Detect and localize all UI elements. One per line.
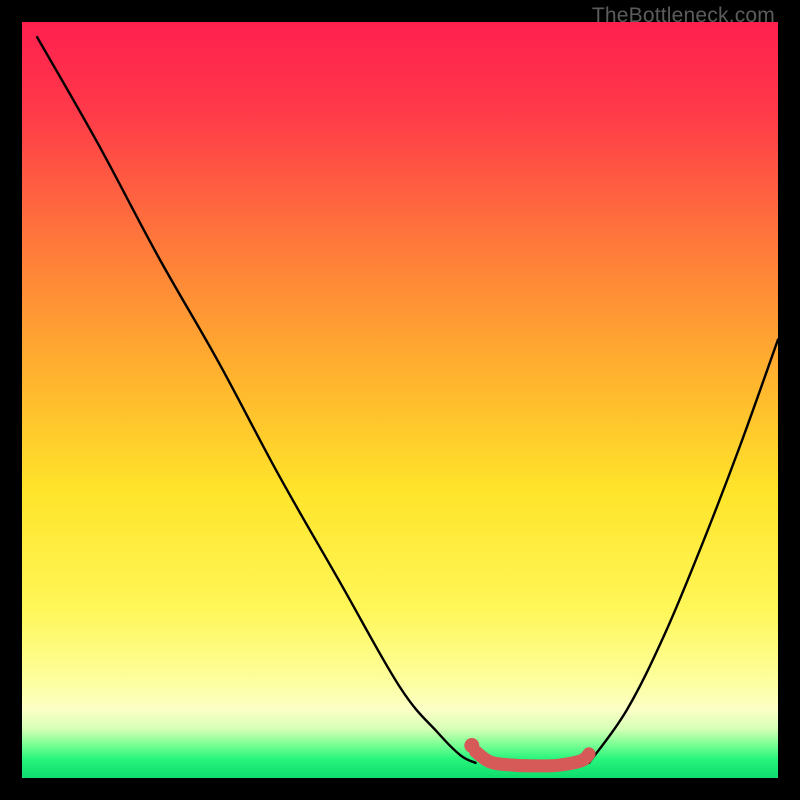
source-watermark: TheBottleneck.com <box>592 4 775 28</box>
left-branch-curve <box>37 37 475 763</box>
bottleneck-chart: TheBottleneck.com <box>0 0 800 800</box>
curve-layer <box>22 22 778 778</box>
plot-area <box>22 22 778 778</box>
marker-start-dot <box>464 738 479 753</box>
optimal-range-marker <box>476 752 589 766</box>
right-branch-curve <box>589 340 778 763</box>
